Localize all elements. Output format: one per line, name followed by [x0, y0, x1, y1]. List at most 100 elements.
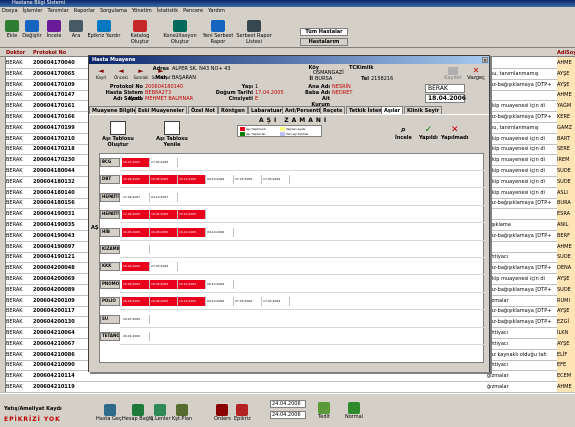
vaccine-date-cell[interactable]: 16.06.2005: [122, 227, 150, 237]
hastalarim-tab[interactable]: Hastalarım: [300, 38, 348, 46]
menu-item[interactable]: Sorgulama: [100, 8, 127, 14]
tab-röntgen[interactable]: Röntgen: [218, 106, 248, 114]
vaccine-date-cell[interactable]: 17.03.2005: [150, 158, 178, 167]
header-doktor[interactable]: Doktor: [6, 49, 25, 57]
tab-labaratuar[interactable]: Labaratuar: [248, 106, 286, 114]
vaccine-date-cell[interactable]: 16.06.2005: [122, 175, 150, 185]
serbest_liste-button[interactable]: Serbest Rapor Listesi: [236, 18, 272, 46]
tedit-button[interactable]: Tedit: [318, 402, 330, 420]
vaccine-date-cell[interactable]: 16.06.2005: [122, 297, 150, 307]
vaccine-date-cell[interactable]: 16.07.2005: [122, 158, 150, 167]
katalog-label: Katalog Oluştur: [130, 33, 150, 45]
tum-hastalar-tab[interactable]: Tüm Hastalar: [300, 28, 348, 36]
vaccine-date-cell[interactable]: 16.08.2005: [150, 227, 178, 237]
value-dogum: 17.04.2005: [255, 90, 284, 96]
menu-item[interactable]: Raporlar: [74, 8, 95, 14]
dialog-nav-button[interactable]: ◄ Önceki: [111, 67, 131, 83]
tab-aşılar[interactable]: Aşılar: [381, 106, 404, 114]
vaccine-date-cell[interactable]: 09.10.2006: [206, 297, 234, 307]
vaccine-date-cell[interactable]: 16.08.2005: [150, 175, 178, 185]
vaccine-date-cell[interactable]: 16.05.2005: [150, 210, 178, 220]
menu-item[interactable]: Dosya: [2, 8, 18, 14]
yapilmadi-button[interactable]: ✕ Yapılmadı: [441, 125, 468, 141]
menu-item[interactable]: Yardım: [208, 8, 225, 14]
vaccine-date-cell[interactable]: 27.03.2009: [234, 175, 262, 185]
status-button[interactable]: Ç.Lenler: [150, 404, 171, 422]
serbest-button[interactable]: Yeni Serbest Rapor: [200, 18, 236, 46]
date-input-1[interactable]: 24.04.2006: [270, 400, 306, 408]
vaccine-date-cell[interactable]: 16.04.2006: [122, 262, 150, 272]
vaccine-date-cell[interactable]: 16.10.2005: [178, 227, 206, 237]
menu-item[interactable]: Pencere: [183, 8, 203, 14]
status-button[interactable]: Epikriz: [234, 404, 251, 422]
status-button[interactable]: Orders: [214, 404, 231, 422]
yapildi-button[interactable]: ✓ Yapıldı: [419, 125, 438, 141]
cell-ad: AHME: [557, 57, 575, 68]
close-icon[interactable]: ×: [482, 57, 488, 64]
asi-zamani-title: AŞI ZAMANI: [259, 117, 330, 124]
asi-tablosu-olustur-button[interactable]: Aşı Tablosu Oluştur: [101, 121, 135, 148]
header-protokol[interactable]: Protokol No: [33, 49, 66, 57]
label-tel: Tel: [361, 76, 369, 82]
nav-arrow-icon: ◄: [118, 67, 124, 75]
kaydet-button[interactable]: Kaydet: [444, 67, 462, 83]
vaccine-date-cell[interactable]: 04.10.2007: [150, 192, 178, 202]
vaccine-date-cell[interactable]: 17.04.2007: [122, 192, 150, 202]
vaccine-date-cell[interactable]: 17.03.2009: [262, 297, 290, 307]
cell-ad: ANIL: [557, 219, 575, 230]
table-row[interactable]: BERAK 200604210119 ğızmalar AHME: [0, 381, 575, 393]
vaccine-date-cell[interactable]: 16.10.2005: [178, 297, 206, 307]
vaccine-date-cell[interactable]: 16.08.2005: [150, 297, 178, 307]
grid-line: [120, 222, 484, 224]
katalog-button[interactable]: Katalog Oluştur: [122, 18, 158, 46]
vazgec-button[interactable]: ✕ Vazgeç: [466, 67, 486, 83]
cell-ad: AHME: [557, 381, 575, 392]
status-button[interactable]: Hasta Geç.: [96, 404, 123, 422]
vaccine-date-cell[interactable]: 29.01.2020: [122, 332, 150, 341]
ara-button[interactable]: Ara: [66, 18, 86, 46]
incele-button[interactable]: ⌕ İncele: [395, 125, 412, 141]
status-button[interactable]: Kşt.Plan: [172, 404, 192, 422]
date-field[interactable]: 18.04.2006: [425, 94, 466, 103]
vaccine-date-cell[interactable]: 27.03.2009: [150, 262, 178, 272]
vaccine-date-cell[interactable]: 16.10.2005: [178, 279, 206, 289]
value-baba: NEDRET: [332, 90, 353, 96]
vaccine-date-cell[interactable]: 09.10.2006: [206, 279, 234, 289]
ekle-label: Ekle: [6, 33, 18, 39]
vaccine-date-cell[interactable]: 16.08.2005: [150, 279, 178, 289]
value-tel: 2158216: [371, 76, 394, 82]
vaccine-date-cell[interactable]: 19.07.2005: [122, 314, 150, 324]
vaccine-date-cell[interactable]: 17.06.2005: [122, 210, 150, 220]
vaccine-date-cell[interactable]: 17.03.2009: [262, 175, 290, 185]
epikriz-button[interactable]: Epikriz Yazdır: [86, 18, 122, 46]
tab-eski-muayeneler[interactable]: Eski Muayeneler: [135, 106, 188, 114]
vaccine-date-cell[interactable]: 09.10.2006: [206, 227, 234, 237]
konsultasyon-button[interactable]: Konsültasyon Oluştur: [162, 18, 198, 46]
vaccine-date-cell[interactable]: 16.10.2005: [178, 175, 206, 185]
menu-item[interactable]: İşlemler: [23, 8, 43, 14]
dialog-nav-button[interactable]: ◄ Kayıt: [91, 67, 111, 83]
vaccine-date-cell[interactable]: 16.06.2005: [122, 279, 150, 289]
dialog-nav-button[interactable]: ► Sonraki: [131, 67, 151, 83]
menu-item[interactable]: Tanımlar: [47, 8, 68, 14]
incele-button[interactable]: İncele: [44, 18, 64, 46]
menu-item[interactable]: Yönetim: [132, 8, 152, 14]
normal-button[interactable]: Normal: [345, 402, 363, 420]
date-input-2[interactable]: 24.04.2006: [270, 411, 306, 419]
header-adisoyadi[interactable]: AdiSoy: [557, 49, 575, 57]
asi-tablosu-yenile-button[interactable]: Aşı Tablosu Yenile: [155, 121, 189, 148]
doktor-field[interactable]: BERAK: [425, 84, 465, 93]
menu-item[interactable]: İstatistik: [157, 8, 178, 14]
status-button-icon: [103, 404, 116, 416]
tab-ant-persentil[interactable]: Ant/Persentil: [282, 106, 325, 114]
tab-özel-not[interactable]: Özel Not: [188, 106, 219, 114]
vaccine-date-cell[interactable]: 16.10.2005: [178, 210, 206, 220]
ekle-button[interactable]: Ekle: [2, 18, 22, 46]
vaccine-date-cell[interactable]: [122, 245, 150, 254]
status-button[interactable]: Hesap Bağla: [122, 404, 153, 422]
vaccine-date-cell[interactable]: 09.10.2006: [206, 175, 234, 185]
tab-klinik-seyir[interactable]: Klinik Seyir: [404, 106, 443, 114]
vaccine-date-cell[interactable]: 27.03.2009: [234, 297, 262, 307]
degistir-button[interactable]: Değiştir: [22, 18, 42, 46]
tab-reçete[interactable]: Reçete: [320, 106, 346, 114]
